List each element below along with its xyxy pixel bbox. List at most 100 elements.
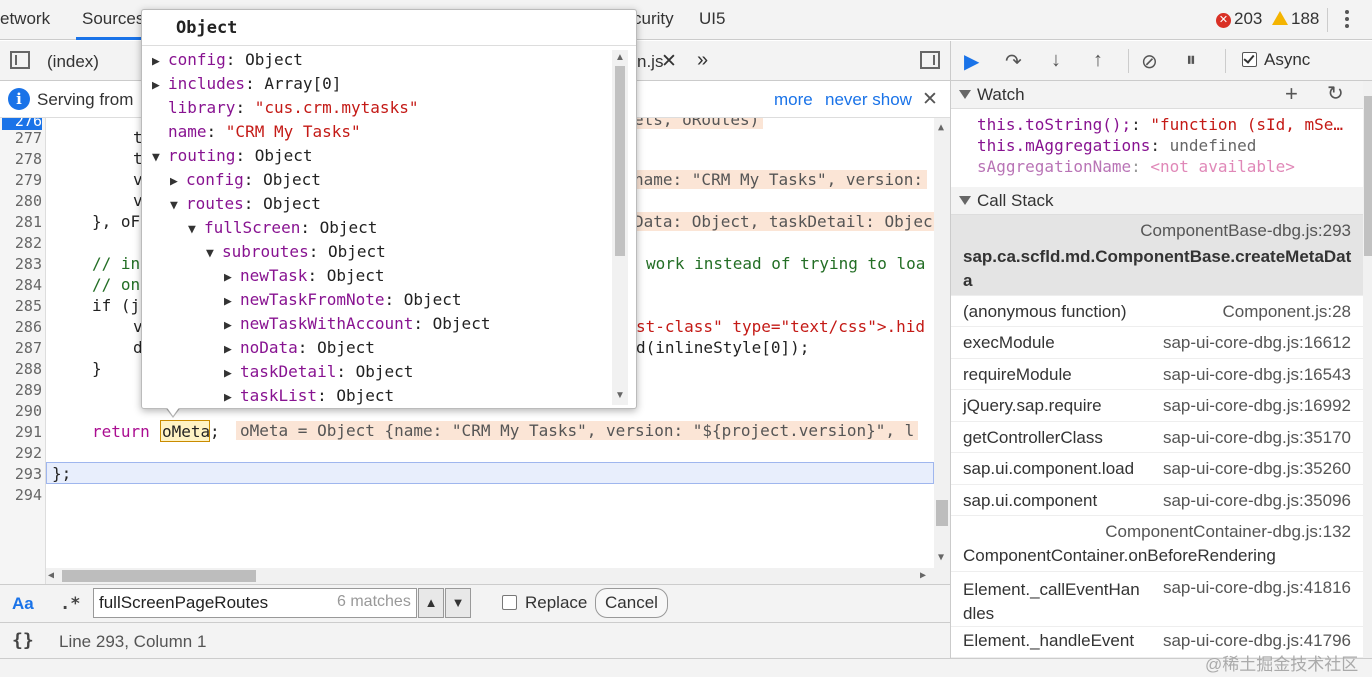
horizontal-scrollbar[interactable]: ◀ ▶ bbox=[46, 568, 934, 584]
line-number[interactable]: 292 bbox=[0, 444, 42, 462]
call-frame[interactable]: (anonymous function) Component.js:28 bbox=[951, 296, 1363, 327]
watch-section-header[interactable]: Watch + ↻ bbox=[951, 81, 1363, 109]
watch-expression[interactable]: this.mAggregations: undefined bbox=[977, 136, 1256, 155]
watch-expression[interactable]: sAggregationName: <not available> bbox=[977, 157, 1295, 176]
step-into-icon[interactable]: ↓ bbox=[1051, 49, 1061, 72]
step-out-icon[interactable]: ↑ bbox=[1093, 49, 1103, 72]
collapsed-triangle-icon[interactable]: ▶ bbox=[170, 174, 186, 189]
line-number[interactable]: 284 bbox=[0, 276, 42, 294]
line-number[interactable]: 279 bbox=[0, 171, 42, 189]
step-over-icon[interactable]: ↷ bbox=[1005, 49, 1022, 74]
tab-ui5[interactable]: UI5 bbox=[699, 9, 725, 29]
expanded-triangle-icon[interactable]: ▼ bbox=[170, 198, 186, 213]
object-property[interactable]: ▶ newTaskWithAccount: Object bbox=[224, 314, 490, 333]
call-frame[interactable]: Element._callEventHandles sap-ui-core-db… bbox=[951, 572, 1363, 627]
replace-checkbox[interactable] bbox=[502, 595, 517, 610]
object-property[interactable]: ▼ fullScreen: Object bbox=[188, 218, 377, 237]
object-property[interactable]: ▶ newTaskFromNote: Object bbox=[224, 290, 462, 309]
scroll-thumb[interactable] bbox=[615, 66, 625, 256]
object-property[interactable]: ▶ taskList: Object bbox=[224, 386, 394, 405]
line-number[interactable]: 277 bbox=[0, 129, 42, 147]
expanded-triangle-icon[interactable]: ▼ bbox=[206, 246, 222, 261]
close-banner-icon[interactable]: ✕ bbox=[922, 88, 938, 111]
object-preview-popover[interactable]: Object ▶ config: Object ▶ includes: Array[0… bbox=[141, 9, 637, 409]
object-property[interactable]: ▶ config: Object bbox=[152, 50, 303, 69]
line-number[interactable]: 288 bbox=[0, 360, 42, 378]
sidebar-scrollbar[interactable] bbox=[1363, 81, 1372, 658]
object-property[interactable]: ▼ subroutes: Object bbox=[206, 242, 386, 261]
tab-security[interactable]: curity bbox=[633, 9, 674, 29]
collapsed-triangle-icon[interactable]: ▶ bbox=[224, 390, 240, 405]
scroll-thumb[interactable] bbox=[1364, 96, 1372, 256]
file-tab-index[interactable]: (index) bbox=[47, 52, 99, 72]
line-number[interactable]: 282 bbox=[0, 234, 42, 252]
line-number[interactable]: 283 bbox=[0, 255, 42, 273]
call-frame[interactable]: execModule sap-ui-core-dbg.js:16612 bbox=[951, 327, 1363, 359]
object-property[interactable]: ▼ routing: Object bbox=[152, 146, 313, 165]
collapsed-triangle-icon[interactable]: ▶ bbox=[224, 342, 240, 357]
regex-button[interactable]: .* bbox=[60, 594, 80, 614]
line-number[interactable]: 281 bbox=[0, 213, 42, 231]
object-property[interactable]: ▶ noData: Object bbox=[224, 338, 375, 357]
line-number[interactable]: 285 bbox=[0, 297, 42, 315]
cancel-button[interactable]: Cancel bbox=[595, 588, 668, 618]
line-number[interactable]: 286 bbox=[0, 318, 42, 336]
refresh-icon[interactable]: ↻ bbox=[1327, 81, 1344, 106]
collapsed-triangle-icon[interactable]: ▶ bbox=[224, 366, 240, 381]
resume-icon[interactable]: ▶︎ bbox=[964, 49, 979, 74]
expanded-triangle-icon[interactable]: ▼ bbox=[188, 222, 204, 237]
toggle-navigator-icon[interactable] bbox=[10, 51, 30, 69]
scroll-right-icon[interactable]: ▶ bbox=[920, 570, 926, 581]
scroll-up-icon[interactable]: ▲ bbox=[938, 122, 944, 133]
line-number[interactable]: 293 bbox=[0, 465, 42, 483]
line-number[interactable]: 294 bbox=[0, 486, 42, 504]
pause-on-exceptions-icon[interactable]: ⏸ bbox=[1186, 49, 1196, 72]
error-counter[interactable]: ✕ 203 bbox=[1216, 9, 1262, 29]
find-previous-button[interactable]: ▲ bbox=[418, 588, 444, 618]
find-next-button[interactable]: ▼ bbox=[445, 588, 471, 618]
scroll-down-icon[interactable]: ▼ bbox=[615, 390, 625, 401]
collapsed-triangle-icon[interactable]: ▶ bbox=[224, 318, 240, 333]
call-frame[interactable]: jQuery.sap.require sap-ui-core-dbg.js:16… bbox=[951, 390, 1363, 422]
toggle-debugger-icon[interactable] bbox=[920, 51, 940, 69]
vertical-scrollbar[interactable]: ▲ ▼ bbox=[934, 118, 950, 584]
call-frame-selected[interactable]: ComponentBase-dbg.js:293 sap.ca.scfld.md… bbox=[951, 215, 1363, 296]
tab-network[interactable]: etwork bbox=[0, 9, 50, 29]
popover-scrollbar[interactable]: ▲ ▼ bbox=[612, 50, 628, 405]
scroll-left-icon[interactable]: ◀ bbox=[48, 570, 54, 581]
call-frame[interactable]: ComponentContainer-dbg.js:132 ComponentC… bbox=[951, 516, 1363, 572]
call-frame[interactable]: getControllerClass sap-ui-core-dbg.js:35… bbox=[951, 422, 1363, 453]
more-link[interactable]: more bbox=[774, 90, 813, 110]
file-tab-active[interactable]: n.js bbox=[637, 52, 663, 72]
line-number[interactable]: 290 bbox=[0, 402, 42, 420]
more-tabs-icon[interactable]: » bbox=[697, 49, 708, 72]
scroll-thumb[interactable] bbox=[936, 500, 948, 526]
warning-counter[interactable]: 188 bbox=[1272, 9, 1319, 29]
scroll-down-icon[interactable]: ▼ bbox=[938, 552, 944, 563]
add-watch-icon[interactable]: + bbox=[1285, 81, 1298, 107]
scroll-up-icon[interactable]: ▲ bbox=[615, 52, 625, 63]
collapsed-triangle-icon[interactable]: ▶ bbox=[152, 78, 168, 93]
line-number[interactable]: 278 bbox=[0, 150, 42, 168]
pretty-print-button[interactable]: {} bbox=[12, 630, 34, 651]
async-checkbox[interactable] bbox=[1242, 52, 1257, 67]
object-property[interactable]: ▶ taskDetail: Object bbox=[224, 362, 413, 381]
line-number[interactable]: 287 bbox=[0, 339, 42, 357]
deactivate-breakpoints-icon[interactable]: ⊘ bbox=[1141, 49, 1158, 74]
match-case-button[interactable]: Aa bbox=[12, 594, 34, 614]
object-property[interactable]: ▶ newTask: Object bbox=[224, 266, 385, 285]
call-frame[interactable]: requireModule sap-ui-core-dbg.js:16543 bbox=[951, 359, 1363, 390]
scroll-thumb[interactable] bbox=[62, 570, 256, 582]
callstack-section-header[interactable]: Call Stack bbox=[951, 187, 1363, 215]
hovered-variable[interactable]: oMeta bbox=[162, 422, 210, 441]
call-frame[interactable]: sap.ui.component.load sap-ui-core-dbg.js… bbox=[951, 453, 1363, 485]
expanded-triangle-icon[interactable]: ▼ bbox=[152, 150, 168, 165]
collapsed-triangle-icon[interactable]: ▶ bbox=[152, 54, 168, 69]
watch-expression[interactable]: this.toString();: "function (sId, mSe… bbox=[977, 115, 1343, 134]
tab-sources[interactable]: Sources bbox=[82, 9, 144, 29]
object-property[interactable]: ▶ config: Object bbox=[170, 170, 321, 189]
collapsed-triangle-icon[interactable]: ▶ bbox=[224, 294, 240, 309]
line-number[interactable]: 280 bbox=[0, 192, 42, 210]
collapsed-triangle-icon[interactable]: ▶ bbox=[224, 270, 240, 285]
close-tab-icon[interactable]: ✕ bbox=[661, 50, 677, 73]
